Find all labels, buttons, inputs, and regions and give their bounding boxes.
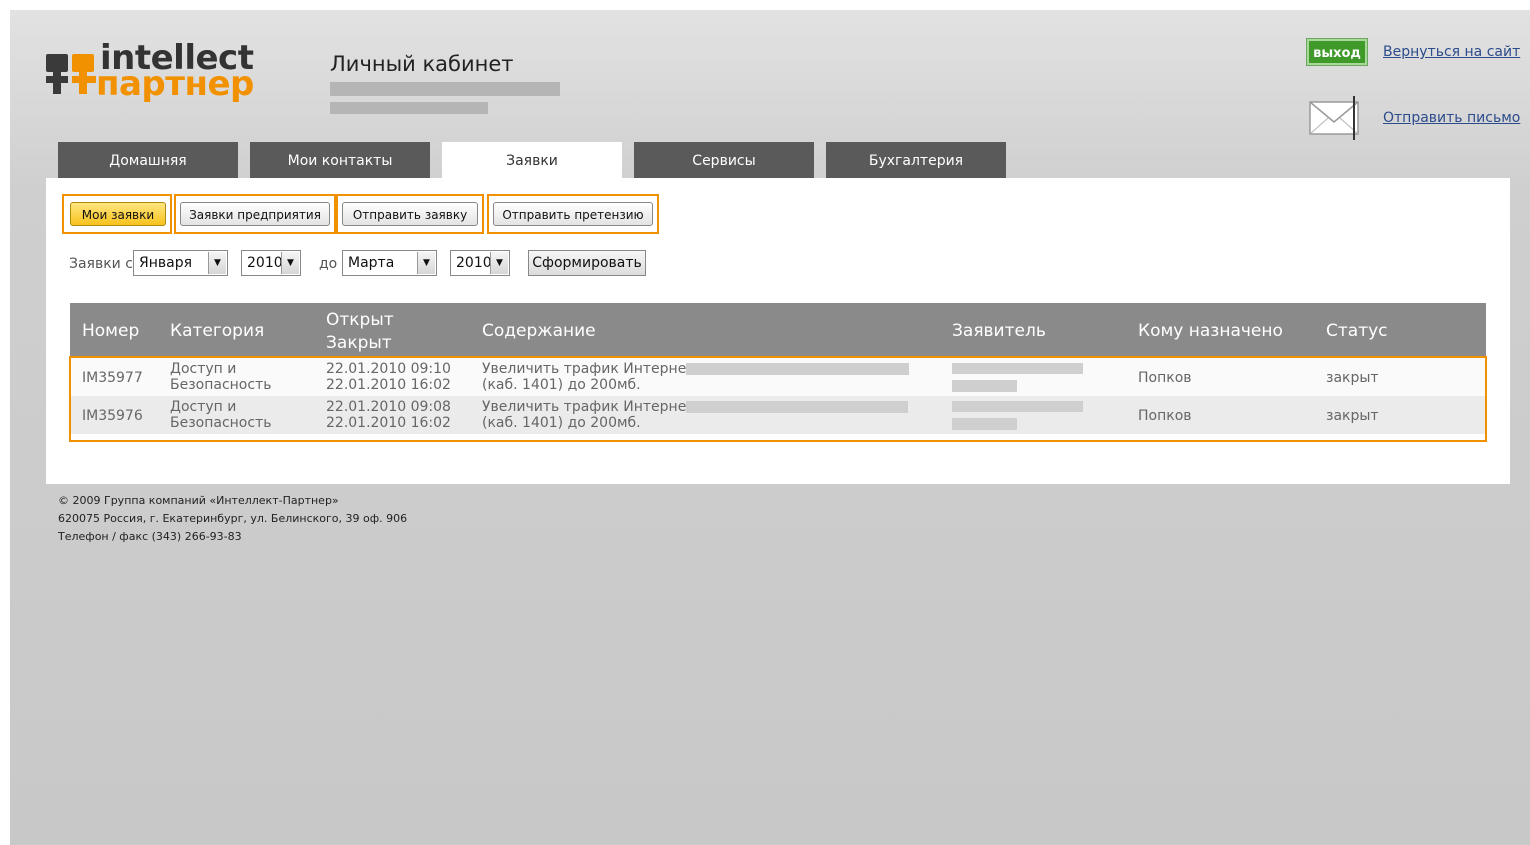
footer-phone: Телефон / факс (343) 266-93-83: [58, 530, 242, 543]
to-year-select[interactable]: 2010 ▼: [450, 250, 510, 276]
tab-accounting[interactable]: Бухгалтерия: [826, 142, 1006, 178]
from-month-value: Января: [139, 255, 193, 271]
redacted-user-name: [330, 82, 560, 96]
company-logo[interactable]: intellect партнер: [46, 38, 276, 120]
content-panel: Мои заявки Заявки предприятия Отправить …: [46, 178, 1510, 484]
column-closed[interactable]: Закрыт: [326, 333, 392, 353]
page-title: Личный кабинет: [330, 52, 514, 76]
back-to-site-link[interactable]: Вернуться на сайт: [1383, 44, 1520, 60]
from-month-select[interactable]: Января ▼: [133, 250, 228, 276]
footer-address: 620075 Россия, г. Екатеринбург, ул. Бели…: [58, 512, 408, 525]
tab-home[interactable]: Домашняя: [58, 142, 238, 178]
column-number[interactable]: Номер: [82, 321, 139, 341]
column-assigned[interactable]: Кому назначено: [1138, 321, 1283, 341]
redacted-user-company: [330, 102, 488, 114]
tab-my-contacts[interactable]: Мои контакты: [250, 142, 430, 178]
rows-highlight-frame: [69, 356, 1487, 442]
column-category[interactable]: Категория: [170, 321, 264, 341]
page: intellect партнер Личный кабинет выход В…: [10, 10, 1530, 845]
tab-services[interactable]: Сервисы: [634, 142, 814, 178]
tab-requests[interactable]: Заявки: [442, 142, 622, 180]
to-month-value: Марта: [348, 255, 395, 271]
dropdown-arrow-icon[interactable]: ▼: [417, 252, 435, 274]
logo-word-bottom: партнер: [96, 64, 254, 104]
send-claim-button[interactable]: Отправить претензию: [493, 202, 653, 226]
column-opened[interactable]: Открыт: [326, 310, 394, 330]
from-year-select[interactable]: 2010 ▼: [241, 250, 301, 276]
filter-from-label: Заявки с: [69, 256, 133, 272]
company-requests-button[interactable]: Заявки предприятия: [180, 202, 330, 226]
filter-to-label: до: [319, 256, 338, 272]
send-letter-link[interactable]: Отправить письмо: [1383, 110, 1520, 126]
logo-mark-icon: [46, 54, 68, 72]
dropdown-arrow-icon[interactable]: ▼: [208, 252, 226, 274]
column-content[interactable]: Содержание: [482, 321, 596, 341]
logout-button[interactable]: выход: [1307, 39, 1367, 65]
table-header: Номер Категория Открыт Закрыт Содержание…: [70, 303, 1486, 357]
mail-icon[interactable]: [1308, 96, 1364, 142]
to-year-value: 2010: [456, 255, 492, 271]
column-applicant[interactable]: Заявитель: [952, 321, 1046, 341]
dropdown-arrow-icon[interactable]: ▼: [490, 252, 508, 274]
generate-report-button[interactable]: Сформировать: [528, 250, 646, 276]
my-requests-button[interactable]: Мои заявки: [70, 202, 166, 226]
from-year-value: 2010: [247, 255, 283, 271]
to-month-select[interactable]: Марта ▼: [342, 250, 437, 276]
dropdown-arrow-icon[interactable]: ▼: [281, 252, 299, 274]
column-status[interactable]: Статус: [1326, 321, 1388, 341]
send-request-button[interactable]: Отправить заявку: [342, 202, 478, 226]
footer: © 2009 Группа компаний «Интеллект-Партне…: [58, 492, 407, 546]
footer-copyright: © 2009 Группа компаний «Интеллект-Партне…: [58, 494, 339, 507]
